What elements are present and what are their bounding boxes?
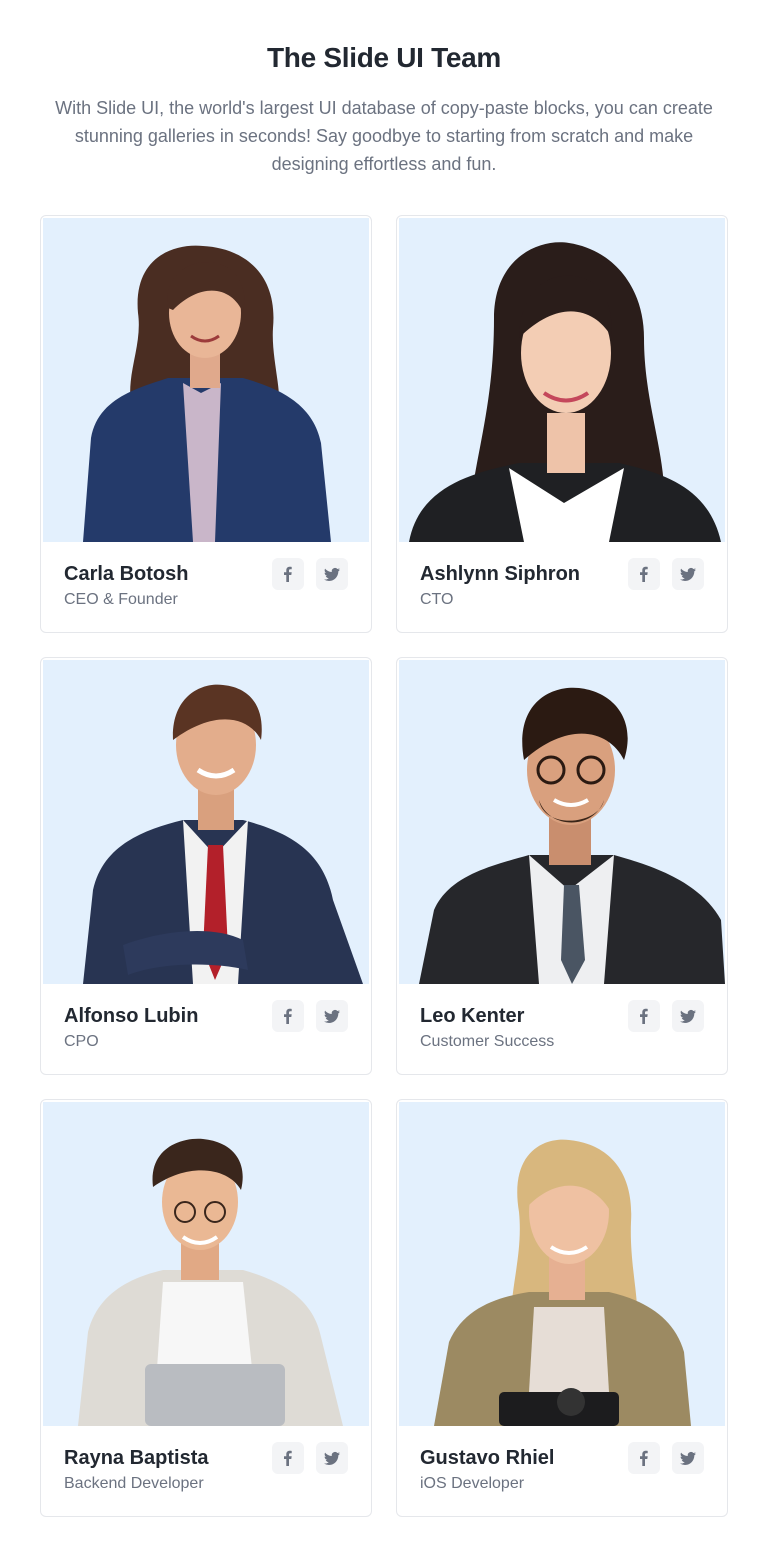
member-role: Customer Success	[420, 1033, 555, 1050]
twitter-button[interactable]	[672, 558, 704, 590]
member-role: Backend Developer	[64, 1475, 204, 1492]
member-photo	[43, 660, 369, 984]
facebook-button[interactable]	[272, 1000, 304, 1032]
twitter-icon	[324, 567, 340, 581]
twitter-icon	[324, 1009, 340, 1023]
team-card: Rayna Baptista Backend Developer	[40, 1099, 372, 1517]
page-subtitle: With Slide UI, the world's largest UI da…	[55, 98, 713, 174]
twitter-button[interactable]	[672, 1000, 704, 1032]
member-role: CTO	[420, 591, 454, 608]
member-name: Leo Kenter	[420, 1005, 525, 1027]
twitter-icon	[324, 1451, 340, 1465]
facebook-icon	[640, 1008, 648, 1024]
team-card: Carla Botosh CEO & Founder	[40, 215, 372, 633]
twitter-button[interactable]	[316, 1000, 348, 1032]
member-role: CEO & Founder	[64, 591, 178, 608]
team-card: Alfonso Lubin CPO	[40, 657, 372, 1075]
facebook-icon	[284, 566, 292, 582]
facebook-button[interactable]	[628, 1442, 660, 1474]
twitter-button[interactable]	[316, 1442, 348, 1474]
member-role: CPO	[64, 1033, 99, 1050]
member-photo	[399, 660, 725, 984]
team-grid: Carla Botosh CEO & Founder Ashlynn Siphr…	[40, 215, 728, 1517]
twitter-icon	[680, 1451, 696, 1465]
member-name: Ashlynn Siphron	[420, 563, 580, 585]
twitter-icon	[680, 567, 696, 581]
member-name: Carla Botosh	[64, 563, 189, 585]
member-info: Leo Kenter Customer Success	[397, 984, 727, 1074]
facebook-button[interactable]	[628, 558, 660, 590]
page-title: The Slide UI Team	[267, 42, 501, 73]
member-info: Gustavo Rhiel iOS Developer	[397, 1426, 727, 1516]
member-info: Alfonso Lubin CPO	[41, 984, 371, 1074]
member-name: Gustavo Rhiel	[420, 1447, 555, 1469]
member-photo	[43, 218, 369, 542]
member-role: iOS Developer	[420, 1475, 525, 1492]
facebook-button[interactable]	[628, 1000, 660, 1032]
facebook-icon	[640, 566, 648, 582]
team-card: Ashlynn Siphron CTO	[396, 215, 728, 633]
facebook-icon	[284, 1450, 292, 1466]
member-photo	[399, 218, 725, 542]
facebook-icon	[640, 1450, 648, 1466]
twitter-button[interactable]	[672, 1442, 704, 1474]
facebook-button[interactable]	[272, 558, 304, 590]
member-info: Rayna Baptista Backend Developer	[41, 1426, 371, 1516]
member-photo	[43, 1102, 369, 1426]
member-info: Carla Botosh CEO & Founder	[41, 542, 371, 632]
facebook-icon	[284, 1008, 292, 1024]
facebook-button[interactable]	[272, 1442, 304, 1474]
member-name: Rayna Baptista	[64, 1447, 209, 1469]
team-card: Gustavo Rhiel iOS Developer	[396, 1099, 728, 1517]
member-name: Alfonso Lubin	[64, 1005, 199, 1027]
member-photo	[399, 1102, 725, 1426]
team-header: The Slide UI Team With Slide UI, the wor…	[0, 40, 768, 178]
twitter-button[interactable]	[316, 558, 348, 590]
team-card: Leo Kenter Customer Success	[396, 657, 728, 1075]
twitter-icon	[680, 1009, 696, 1023]
member-info: Ashlynn Siphron CTO	[397, 542, 727, 632]
